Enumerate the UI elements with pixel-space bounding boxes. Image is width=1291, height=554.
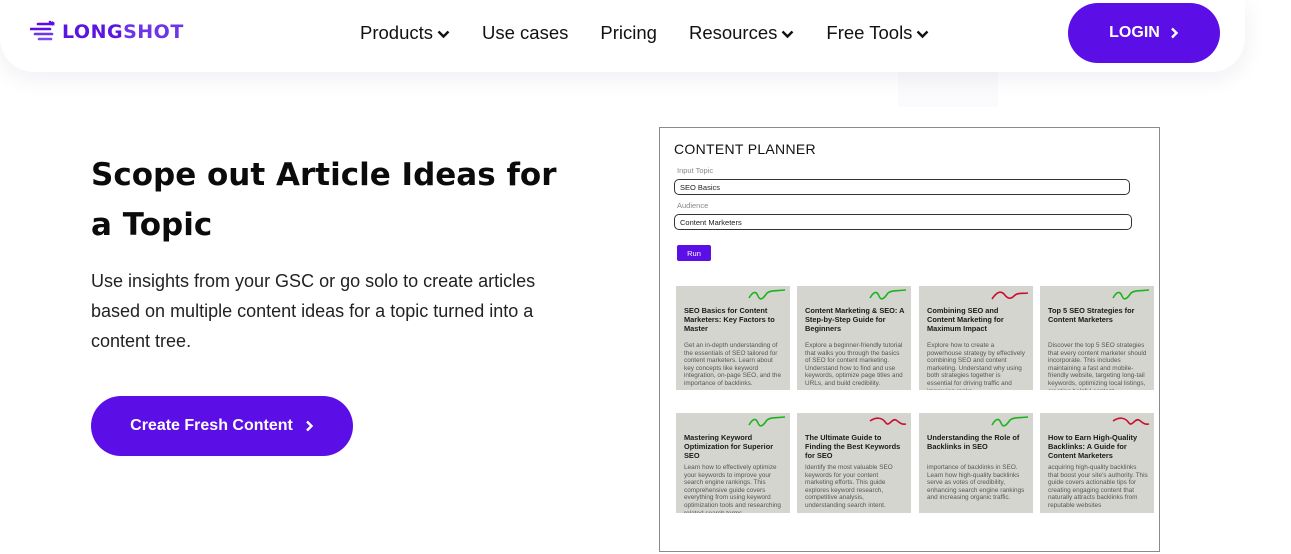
create-fresh-content-button[interactable]: Create Fresh Content bbox=[91, 396, 353, 456]
background-decoration bbox=[898, 72, 998, 107]
login-button-label: LOGIN bbox=[1109, 24, 1160, 41]
trend-sparkline-icon bbox=[991, 416, 1029, 427]
nav-use-cases-label: Use cases bbox=[482, 22, 569, 43]
audience-input[interactable]: Content Marketers bbox=[674, 214, 1132, 230]
idea-card-body: importance of backlinks in SEO. Learn ho… bbox=[927, 464, 1025, 502]
idea-card-body: Get an in-depth understanding of the ess… bbox=[684, 342, 781, 387]
trend-sparkline-icon bbox=[869, 289, 907, 300]
idea-card-body: Discover the top 5 SEO strategies that e… bbox=[1048, 342, 1147, 390]
idea-card-body: Explore how to create a powerhouse strat… bbox=[927, 342, 1025, 390]
nav-free-tools[interactable]: Free Tools bbox=[826, 22, 929, 44]
chevron-right-icon bbox=[1170, 27, 1179, 39]
idea-card-title: The Ultimate Guide to Finding the Best K… bbox=[805, 433, 901, 460]
idea-card-title: Content Marketing & SEO: A Step-by-Step … bbox=[805, 306, 905, 333]
nav-resources-label: Resources bbox=[688, 22, 778, 43]
hero-title: Scope out Article Ideas for a Topic bbox=[91, 157, 557, 243]
chevron-down-icon bbox=[782, 30, 794, 38]
nav-pricing-label: Pricing bbox=[600, 22, 657, 43]
planner-title: CONTENT PLANNER bbox=[674, 141, 816, 157]
main-nav: Products Use cases Pricing Resources Fre… bbox=[360, 22, 961, 44]
idea-card-title: Combining SEO and Content Marketing for … bbox=[927, 306, 1004, 333]
site-header: LONGSHOT Products Use cases Pricing Reso… bbox=[0, 0, 1245, 72]
run-button[interactable]: Run bbox=[677, 245, 711, 261]
idea-card-title: SEO Basics for Content Marketers: Key Fa… bbox=[684, 306, 775, 333]
trend-sparkline-icon bbox=[991, 291, 1029, 300]
idea-card-body: Explore a beginner-friendly tutorial tha… bbox=[805, 342, 903, 387]
chevron-right-icon bbox=[305, 420, 314, 432]
nav-products[interactable]: Products bbox=[360, 22, 450, 44]
logo-text-part1: LONG bbox=[62, 21, 124, 43]
topic-label: Input Topic bbox=[677, 166, 714, 175]
nav-use-cases[interactable]: Use cases bbox=[482, 22, 568, 44]
logo[interactable]: LONGSHOT bbox=[30, 20, 184, 44]
content-planner-preview: CONTENT PLANNER Input Topic SEO Basics A… bbox=[659, 127, 1160, 552]
idea-card[interactable]: SEO Basics for Content Marketers: Key Fa… bbox=[676, 286, 790, 390]
speed-lines-logo-icon bbox=[30, 20, 56, 41]
idea-card[interactable]: Top 5 SEO Strategies for Content Markete… bbox=[1040, 286, 1154, 390]
audience-label: Audience bbox=[677, 201, 709, 210]
hero-description: Use insights from your GSC or go solo to… bbox=[91, 271, 536, 351]
nav-resources[interactable]: Resources bbox=[689, 22, 794, 44]
chevron-down-icon bbox=[917, 30, 929, 38]
nav-pricing[interactable]: Pricing bbox=[600, 22, 657, 44]
logo-text: LONGSHOT bbox=[62, 21, 184, 43]
idea-card[interactable]: Mastering Keyword Optimization for Super… bbox=[676, 413, 790, 513]
cta-button-label: Create Fresh Content bbox=[130, 417, 293, 434]
idea-card-title: Mastering Keyword Optimization for Super… bbox=[684, 433, 774, 460]
logo-text-part2: SHOT bbox=[123, 21, 184, 43]
idea-card[interactable]: Content Marketing & SEO: A Step-by-Step … bbox=[797, 286, 911, 390]
idea-card-title: How to Earn High-Quality Backlinks: A Gu… bbox=[1048, 433, 1138, 460]
idea-card-body: acquiring high-quality backlinks that bo… bbox=[1048, 464, 1148, 509]
idea-card[interactable]: Understanding the Role of Backlinks in S… bbox=[919, 413, 1033, 513]
nav-free-tools-label: Free Tools bbox=[826, 22, 913, 43]
idea-card[interactable]: The Ultimate Guide to Finding the Best K… bbox=[797, 413, 911, 513]
chevron-down-icon bbox=[437, 30, 450, 38]
trend-sparkline-icon bbox=[1112, 417, 1150, 425]
nav-products-label: Products bbox=[360, 22, 434, 43]
idea-card-body: Identify the most valuable SEO keywords … bbox=[805, 464, 893, 509]
idea-card[interactable]: Combining SEO and Content Marketing for … bbox=[919, 286, 1033, 390]
topic-input[interactable]: SEO Basics bbox=[674, 179, 1130, 195]
trend-sparkline-icon bbox=[869, 417, 907, 425]
idea-card-body: Learn how to effectively optimize your k… bbox=[684, 464, 781, 513]
trend-sparkline-icon bbox=[1112, 289, 1150, 300]
trend-sparkline-icon bbox=[748, 289, 786, 300]
login-button[interactable]: LOGIN bbox=[1068, 3, 1220, 63]
idea-card-title: Top 5 SEO Strategies for Content Markete… bbox=[1048, 306, 1135, 324]
idea-card-title: Understanding the Role of Backlinks in S… bbox=[927, 433, 1020, 451]
idea-card[interactable]: How to Earn High-Quality Backlinks: A Gu… bbox=[1040, 413, 1154, 513]
trend-sparkline-icon bbox=[748, 416, 786, 427]
